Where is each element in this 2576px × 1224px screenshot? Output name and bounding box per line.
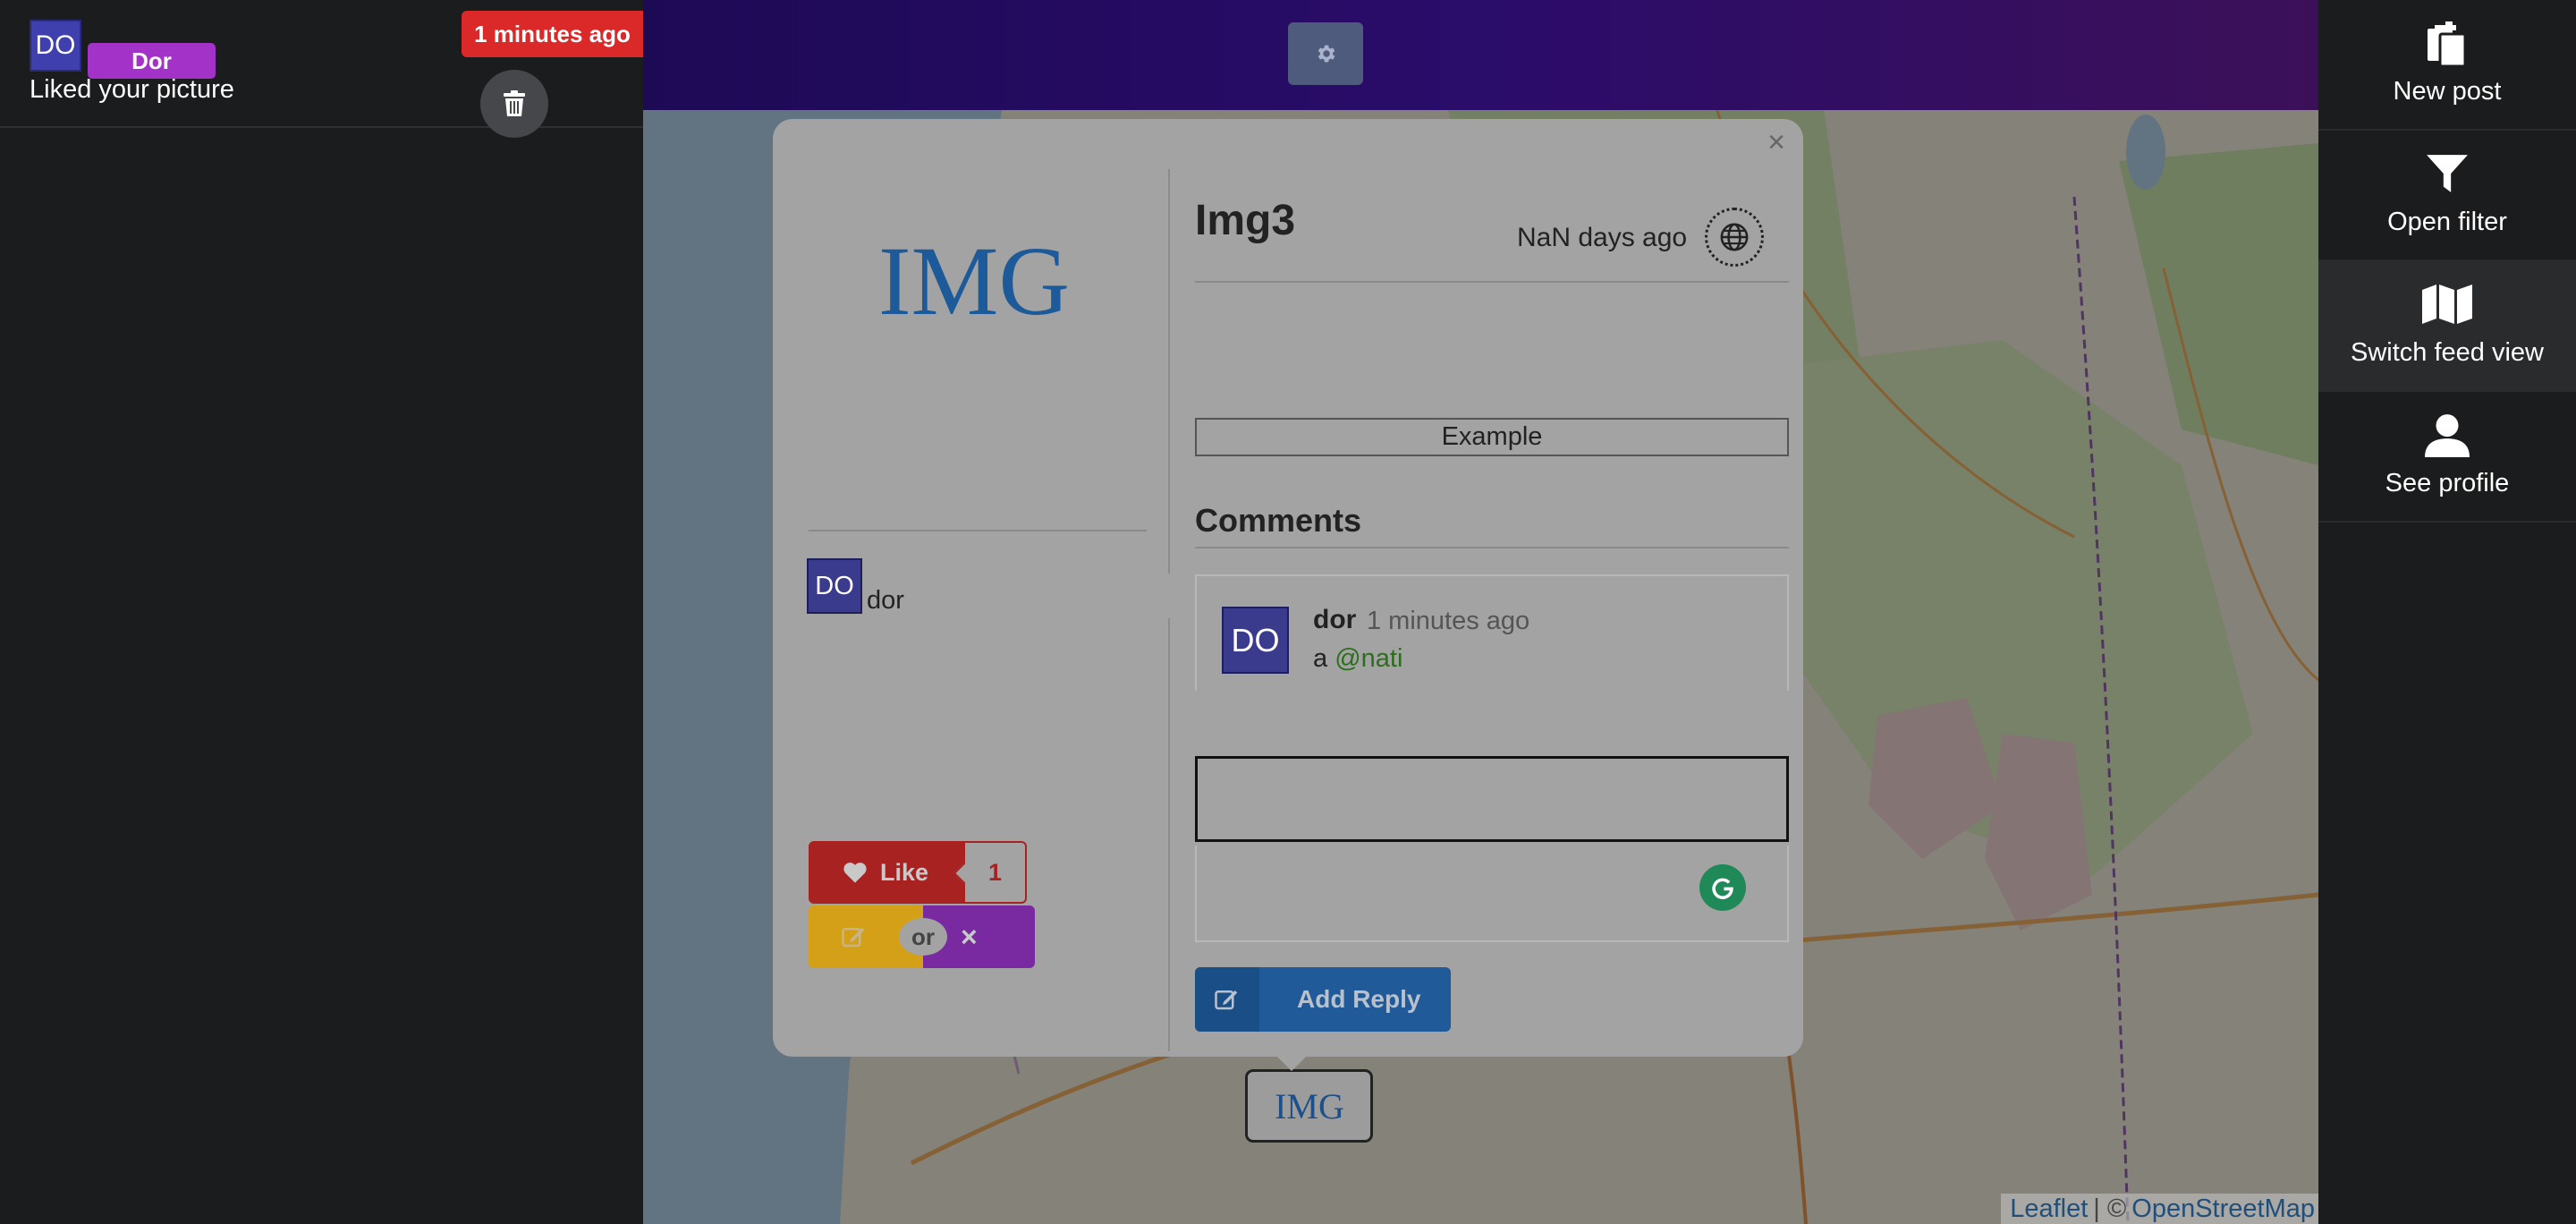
divider <box>1168 618 1170 1051</box>
post-date: NaN days ago <box>1517 223 1688 252</box>
close-icon[interactable]: × <box>1758 124 1794 160</box>
close-icon: × <box>961 920 978 953</box>
add-reply-label: Add Reply <box>1297 985 1421 1013</box>
edit-icon <box>1195 967 1259 1032</box>
notification-delete-button[interactable] <box>480 70 548 138</box>
sidebar-item-label: See profile <box>2385 469 2510 497</box>
comment-time: 1 minutes ago <box>1367 607 1530 635</box>
post-tag[interactable]: Example <box>1195 418 1789 456</box>
map-icon <box>2422 279 2472 329</box>
notification-time-badge: 1 minutes ago <box>462 11 643 57</box>
comments-title: Comments <box>1195 502 1362 539</box>
sidebar-item-switch-feed-view[interactable]: Switch feed view <box>2318 261 2576 392</box>
globe-icon[interactable] <box>1705 208 1764 267</box>
copy-icon <box>2422 18 2472 68</box>
comment-body: a <box>1313 644 1328 673</box>
post-image[interactable]: IMG <box>862 217 1086 334</box>
img-logo: IMG <box>1275 1086 1344 1126</box>
trash-icon <box>504 90 525 116</box>
sidebar-item-label: New post <box>2393 77 2502 106</box>
filter-icon <box>2422 149 2472 199</box>
img-logo: IMG <box>878 226 1070 325</box>
edit-icon <box>842 928 865 948</box>
globe-glyph <box>1720 223 1749 251</box>
attribution-separator: | © <box>2093 1194 2127 1223</box>
sidebar-item-label: Switch feed view <box>2351 338 2544 367</box>
osm-link[interactable]: OpenStreetMap <box>2131 1194 2315 1224</box>
notification-item[interactable]: DO Dor Liked your picture 1 minutes ago <box>0 0 643 138</box>
sidebar-item-see-profile[interactable]: See profile <box>2318 392 2576 523</box>
sidebar-item-new-post[interactable]: New post <box>2318 0 2576 131</box>
notification-avatar: DO <box>30 20 81 72</box>
svg-text:IMG: IMG <box>878 226 1070 325</box>
settings-button[interactable] <box>1288 22 1363 85</box>
svg-text:IMG: IMG <box>1275 1086 1344 1126</box>
author-avatar[interactable]: DO <box>807 558 862 614</box>
notifications-panel: DO Dor Liked your picture 1 minutes ago <box>0 0 643 1224</box>
comment-text: a @nati <box>1313 644 1402 674</box>
sidebar-item-label: Open filter <box>2387 208 2507 236</box>
heart-icon <box>843 863 867 883</box>
like-label: Like <box>880 858 929 886</box>
leaflet-link[interactable]: Leaflet <box>2010 1194 2088 1224</box>
author-name[interactable]: dor <box>867 586 904 616</box>
post-modal: × IMG DO dor Like 1 × or Img3 NaN days a… <box>773 119 1803 1071</box>
grammarly-glyph <box>1712 878 1733 899</box>
comment-avatar[interactable]: DO <box>1222 607 1289 674</box>
divider <box>1168 169 1170 574</box>
divider <box>809 530 1147 531</box>
notification-message: Liked your picture <box>30 75 234 104</box>
comment-item: DO dor 1 minutes ago a @nati <box>1195 574 1789 691</box>
like-count: 1 <box>963 841 1027 904</box>
post-title: Img3 <box>1195 197 1296 244</box>
notification-user-label[interactable]: Dor <box>88 43 216 79</box>
divider <box>1195 281 1789 283</box>
sidebar-item-open-filter[interactable]: Open filter <box>2318 131 2576 261</box>
gear-icon <box>1318 45 1335 63</box>
map-post-marker[interactable]: IMG <box>1245 1069 1373 1143</box>
comment-author[interactable]: dor <box>1313 605 1356 635</box>
top-bar <box>643 0 2318 110</box>
like-button[interactable]: Like <box>809 841 963 904</box>
reply-input[interactable] <box>1195 756 1789 842</box>
add-reply-button[interactable]: Add Reply <box>1195 967 1451 1032</box>
popup-tail <box>1274 1053 1309 1071</box>
grammarly-icon[interactable] <box>1699 864 1746 911</box>
comment-mention-link[interactable]: @nati <box>1335 644 1402 673</box>
or-separator: or <box>899 918 947 956</box>
divider <box>1195 547 1789 548</box>
map-attribution: Leaflet | © OpenStreetMap <box>2001 1194 2318 1224</box>
right-sidebar: New post Open filter Switch feed view Se… <box>2318 0 2576 1224</box>
user-icon <box>2422 410 2472 460</box>
